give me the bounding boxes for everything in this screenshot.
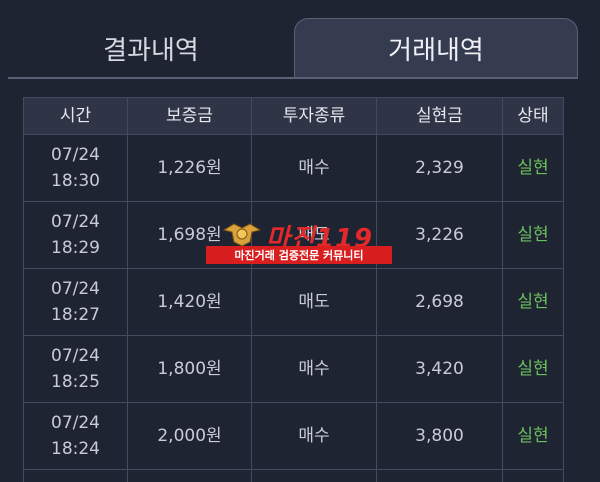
deposit-cell bbox=[128, 470, 252, 482]
tab-divider bbox=[8, 77, 578, 79]
watermark-subtitle: 마진거래 검증전문 커뮤니티 bbox=[206, 246, 392, 264]
header-time: 시간 bbox=[24, 98, 128, 134]
eagle-badge-icon bbox=[222, 223, 262, 247]
realized-cell: 3,420 bbox=[377, 336, 503, 402]
time-cell bbox=[24, 470, 128, 482]
tab-transactions[interactable]: 거래내역 bbox=[294, 18, 578, 78]
realized-cell: 2,329 bbox=[377, 135, 503, 201]
watermark-logo: 마진119 마진거래 검증전문 커뮤니티 bbox=[206, 218, 392, 264]
header-realized: 실현금 bbox=[377, 98, 503, 134]
tab-bar: 결과내역 거래내역 bbox=[0, 0, 600, 80]
transactions-table: 시간 보증금 투자종류 실현금 상태 07/24 18:30 1,226원 매수… bbox=[23, 97, 564, 482]
row-date: 07/24 bbox=[51, 413, 100, 433]
row-date: 07/24 bbox=[51, 346, 100, 366]
status-cell: 실현 bbox=[517, 292, 549, 312]
row-time: 18:24 bbox=[51, 439, 100, 459]
row-date: 07/24 bbox=[51, 212, 100, 232]
table-row[interactable]: 07/24 18:25 1,800원 매수 3,420 실현 bbox=[24, 336, 563, 403]
status-cell: 실현 bbox=[517, 225, 549, 245]
type-cell: 매수 bbox=[252, 403, 377, 469]
tab-results[interactable]: 결과내역 bbox=[8, 18, 294, 78]
header-status: 상태 bbox=[517, 106, 549, 126]
row-time: 18:30 bbox=[51, 171, 100, 191]
table-header: 시간 보증금 투자종류 실현금 상태 bbox=[24, 97, 563, 135]
deposit-cell: 1,420원 bbox=[128, 269, 252, 335]
deposit-cell: 2,000원 bbox=[128, 403, 252, 469]
table-row[interactable]: 07/24 18:27 1,420원 매도 2,698 실현 bbox=[24, 269, 563, 336]
row-time: 18:29 bbox=[51, 238, 100, 258]
time-cell: 07/24 18:27 bbox=[24, 269, 128, 335]
realized-cell: 3,800 bbox=[377, 403, 503, 469]
deposit-cell: 1,226원 bbox=[128, 135, 252, 201]
type-cell: 매수 bbox=[252, 135, 377, 201]
type-cell: 매도 bbox=[252, 269, 377, 335]
row-time: 18:25 bbox=[51, 372, 100, 392]
status-cell: 실현 bbox=[517, 359, 549, 379]
realized-cell: 2,698 bbox=[377, 269, 503, 335]
time-cell: 07/24 18:30 bbox=[24, 135, 128, 201]
row-date: 07/24 bbox=[51, 279, 100, 299]
table-row[interactable]: 07/24 18:24 2,000원 매수 3,800 실현 bbox=[24, 403, 563, 470]
type-cell: 매수 bbox=[252, 336, 377, 402]
header-deposit: 보증금 bbox=[128, 98, 252, 134]
status-cell bbox=[503, 470, 563, 482]
status-cell: 실현 bbox=[517, 426, 549, 446]
time-cell: 07/24 18:24 bbox=[24, 403, 128, 469]
time-cell: 07/24 18:29 bbox=[24, 202, 128, 268]
time-cell: 07/24 18:25 bbox=[24, 336, 128, 402]
realized-cell bbox=[377, 470, 503, 482]
header-type: 투자종류 bbox=[252, 98, 377, 134]
table-row[interactable]: 07/24 18:30 1,226원 매수 2,329 실현 bbox=[24, 135, 563, 202]
type-cell bbox=[252, 470, 377, 482]
realized-cell: 3,226 bbox=[377, 202, 503, 268]
status-cell: 실현 bbox=[517, 158, 549, 178]
deposit-cell: 1,800원 bbox=[128, 336, 252, 402]
row-date: 07/24 bbox=[51, 145, 100, 165]
row-time: 18:27 bbox=[51, 305, 100, 325]
table-row-partial[interactable] bbox=[24, 470, 563, 482]
